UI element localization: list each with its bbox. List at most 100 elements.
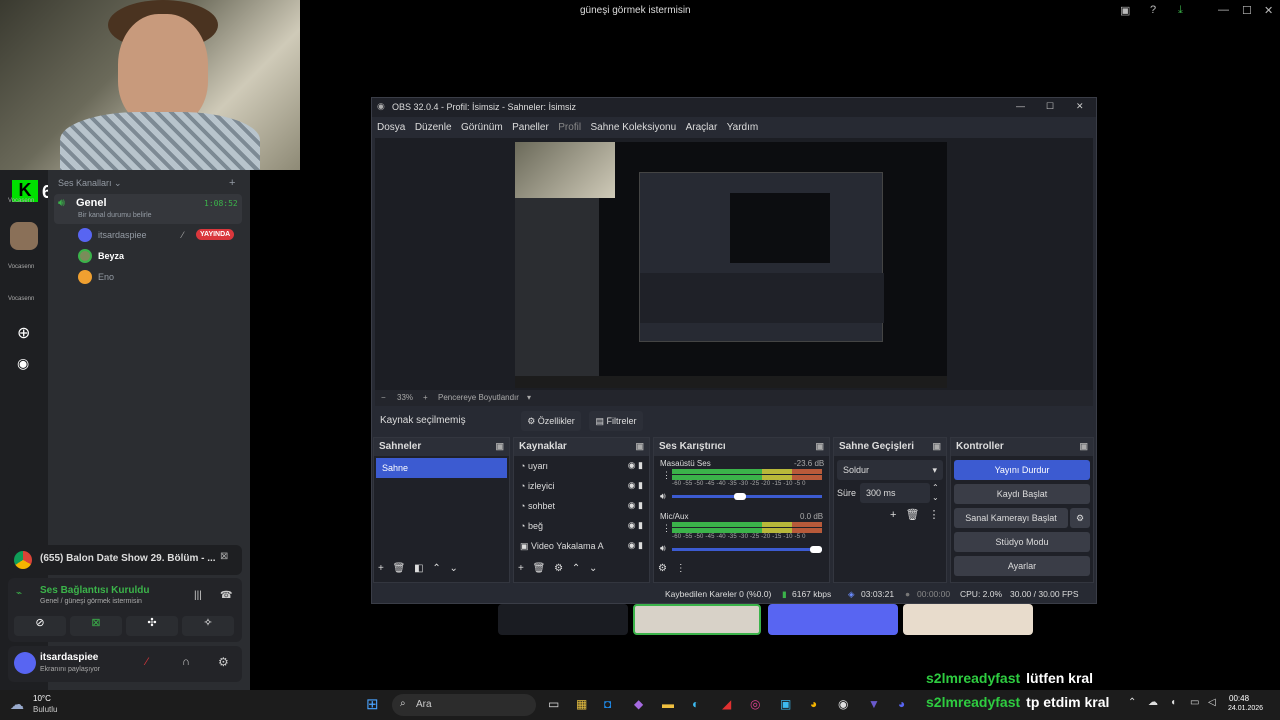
scene-item[interactable]: Sahne (376, 458, 507, 478)
menu-paneller[interactable]: Paneller (512, 122, 549, 133)
channel-menu-icon[interactable]: ⋮ (662, 523, 671, 534)
minimize-icon[interactable]: — (1218, 4, 1229, 16)
explore-icon[interactable]: ◉ (17, 355, 29, 372)
dock-menu-icon[interactable]: ▣ (815, 441, 824, 452)
screenshare-button[interactable]: ⊠ (70, 616, 122, 636)
trash-icon[interactable]: 🗑︎ (906, 509, 920, 521)
search-box[interactable]: ⌕ Ara (392, 694, 536, 716)
dock-menu-icon[interactable]: ▣ (1079, 441, 1088, 452)
add-server-icon[interactable]: ⊕ (17, 323, 30, 343)
obs-taskbar-icon[interactable]: ◉ (838, 697, 848, 711)
menu-gorunum[interactable]: Görünüm (461, 122, 503, 133)
copilot-icon[interactable]: ◆ (634, 697, 643, 711)
disconnect-icon[interactable]: ☎ (220, 590, 232, 601)
maximize-icon[interactable]: ☐ (1046, 101, 1054, 112)
eye-icon[interactable]: ◉ ▮ (628, 520, 643, 531)
stop-stream-button[interactable]: Yayını Durdur (954, 460, 1090, 480)
start-icon[interactable]: ⊞ (366, 695, 379, 713)
tray-display-icon[interactable]: ▭ (1190, 697, 1199, 708)
volume-knob[interactable] (734, 493, 746, 500)
tray-mic-icon[interactable]: ◖ (1170, 697, 1176, 708)
instagram-icon[interactable]: ◎ (750, 697, 760, 711)
transition-select[interactable]: Soldur ▾ (837, 460, 943, 480)
speaker-icon[interactable]: 🔊︎ (660, 491, 666, 502)
channel-genel[interactable]: 🔊︎ Genel 1:08:52 Bir kanal durumu belirl… (54, 194, 242, 224)
source-item[interactable]: ◔ beğ ◉ ▮ (514, 516, 649, 536)
app2-icon[interactable]: ▣ (780, 697, 791, 711)
down-icon[interactable]: ⌄ (450, 563, 458, 574)
tray-volume-icon[interactable]: ◁ (1208, 697, 1216, 708)
menu-dots-icon[interactable]: ⋮ (929, 509, 940, 521)
gear-icon[interactable]: ⚙ (554, 563, 563, 574)
source-item[interactable]: ◔ uyarı ◉ ▮ (514, 456, 649, 476)
menu-sahne-koleksiyonu[interactable]: Sahne Koleksiyonu (591, 122, 677, 133)
voice-sub[interactable]: Genel / güneşi görmek istermisin (40, 598, 142, 605)
speaker-icon[interactable]: 🔊︎ (660, 543, 666, 554)
clock-time[interactable]: 00:48 (1229, 694, 1249, 703)
tray-expand-icon[interactable]: ⌃ (1128, 697, 1136, 708)
source-item[interactable]: ▣ Video Yakalama A ◉ ▮ (514, 536, 649, 556)
add-channel-icon[interactable]: + (229, 177, 235, 189)
camera-off-button[interactable]: ⊘ (14, 616, 66, 636)
zoom-in-icon[interactable]: + (423, 393, 428, 402)
obs-preview[interactable] (375, 138, 1093, 390)
volume-slider[interactable] (672, 548, 822, 551)
mic-muted-icon[interactable]: ⁄ (146, 656, 148, 668)
app-icon[interactable]: ◢ (722, 697, 731, 711)
filters-button[interactable]: ▤ Filtreler (589, 411, 643, 431)
volume-slider[interactable] (672, 495, 822, 498)
popout-icon[interactable]: ⊠ (220, 551, 228, 562)
server-cat-icon[interactable] (10, 222, 38, 250)
activities-button[interactable]: ✣ (126, 616, 178, 636)
studio-mode-button[interactable]: Stüdyo Modu (954, 532, 1090, 552)
edge-icon[interactable]: ◐ (692, 697, 699, 711)
member-beyza[interactable]: Beyza (78, 249, 242, 267)
soundboard-button[interactable]: ✧ (182, 616, 234, 636)
headphones-icon[interactable]: ∩ (182, 656, 190, 668)
add-icon[interactable]: + (890, 509, 896, 521)
user-avatar[interactable] (14, 652, 36, 674)
channel-status[interactable]: Bir kanal durumu belirle (78, 212, 152, 219)
tray-cloud-icon[interactable]: ☁ (1148, 697, 1158, 708)
taskbar-thumb-4[interactable] (903, 604, 1033, 635)
eye-icon[interactable]: ◉ ▮ (628, 500, 643, 511)
taskbar-thumb-3[interactable] (768, 604, 898, 635)
taskview-icon[interactable]: ▭ (548, 697, 559, 711)
up-icon[interactable]: ⌃ (572, 563, 580, 574)
channel-menu-icon[interactable]: ⋮ (662, 470, 671, 481)
down-icon[interactable]: ⌄ (589, 563, 597, 574)
eye-icon[interactable]: ◉ ▮ (628, 540, 643, 551)
menu-dots-icon[interactable]: ⋮ (676, 563, 686, 574)
eye-icon[interactable]: ◉ ▮ (628, 480, 643, 491)
properties-button[interactable]: ⚙ Özellikler (521, 411, 581, 431)
download-icon[interactable]: ⤓ (1178, 4, 1183, 17)
trash-icon[interactable]: 🗑︎ (533, 563, 546, 574)
outlook-icon[interactable]: ◘ (604, 697, 611, 711)
weather-icon[interactable]: ☁ (10, 696, 24, 713)
app3-icon[interactable]: ▼ (868, 697, 880, 711)
advanced-audio-icon[interactable]: ⚙ (658, 563, 667, 574)
settings-button[interactable]: Ayarlar (954, 556, 1090, 576)
duration-input[interactable]: 300 ms (860, 483, 930, 503)
maximize-icon[interactable]: ☐ (1242, 4, 1252, 17)
menu-yardim[interactable]: Yardım (727, 122, 759, 133)
dock-menu-icon[interactable]: ▣ (635, 441, 644, 452)
menu-duzenle[interactable]: Düzenle (415, 122, 452, 133)
add-icon[interactable]: + (378, 563, 384, 574)
clock-date[interactable]: 24.01.2026 (1228, 705, 1263, 712)
fit-label[interactable]: Pencereye Boyutlandır (438, 393, 519, 402)
menu-dosya[interactable]: Dosya (377, 122, 405, 133)
help-icon[interactable]: ? (1150, 4, 1156, 16)
start-recording-button[interactable]: Kaydı Başlat (954, 484, 1090, 504)
monitor-icon[interactable]: ▣ (1120, 4, 1130, 17)
virtualcam-settings-icon[interactable]: ⚙ (1070, 508, 1090, 528)
volume-knob[interactable] (810, 546, 822, 553)
dock-menu-icon[interactable]: ▣ (495, 441, 504, 452)
add-icon[interactable]: + (518, 563, 524, 574)
filter-icon[interactable]: ◧ (414, 563, 423, 574)
chevron-down-icon[interactable]: ▾ (527, 393, 531, 402)
taskbar-thumb-2[interactable] (633, 604, 761, 635)
trash-icon[interactable]: 🗑︎ (393, 563, 406, 574)
section-voice-channels[interactable]: Ses Kanalları ⌄ (58, 178, 122, 189)
up-icon[interactable]: ⌃ (432, 563, 440, 574)
